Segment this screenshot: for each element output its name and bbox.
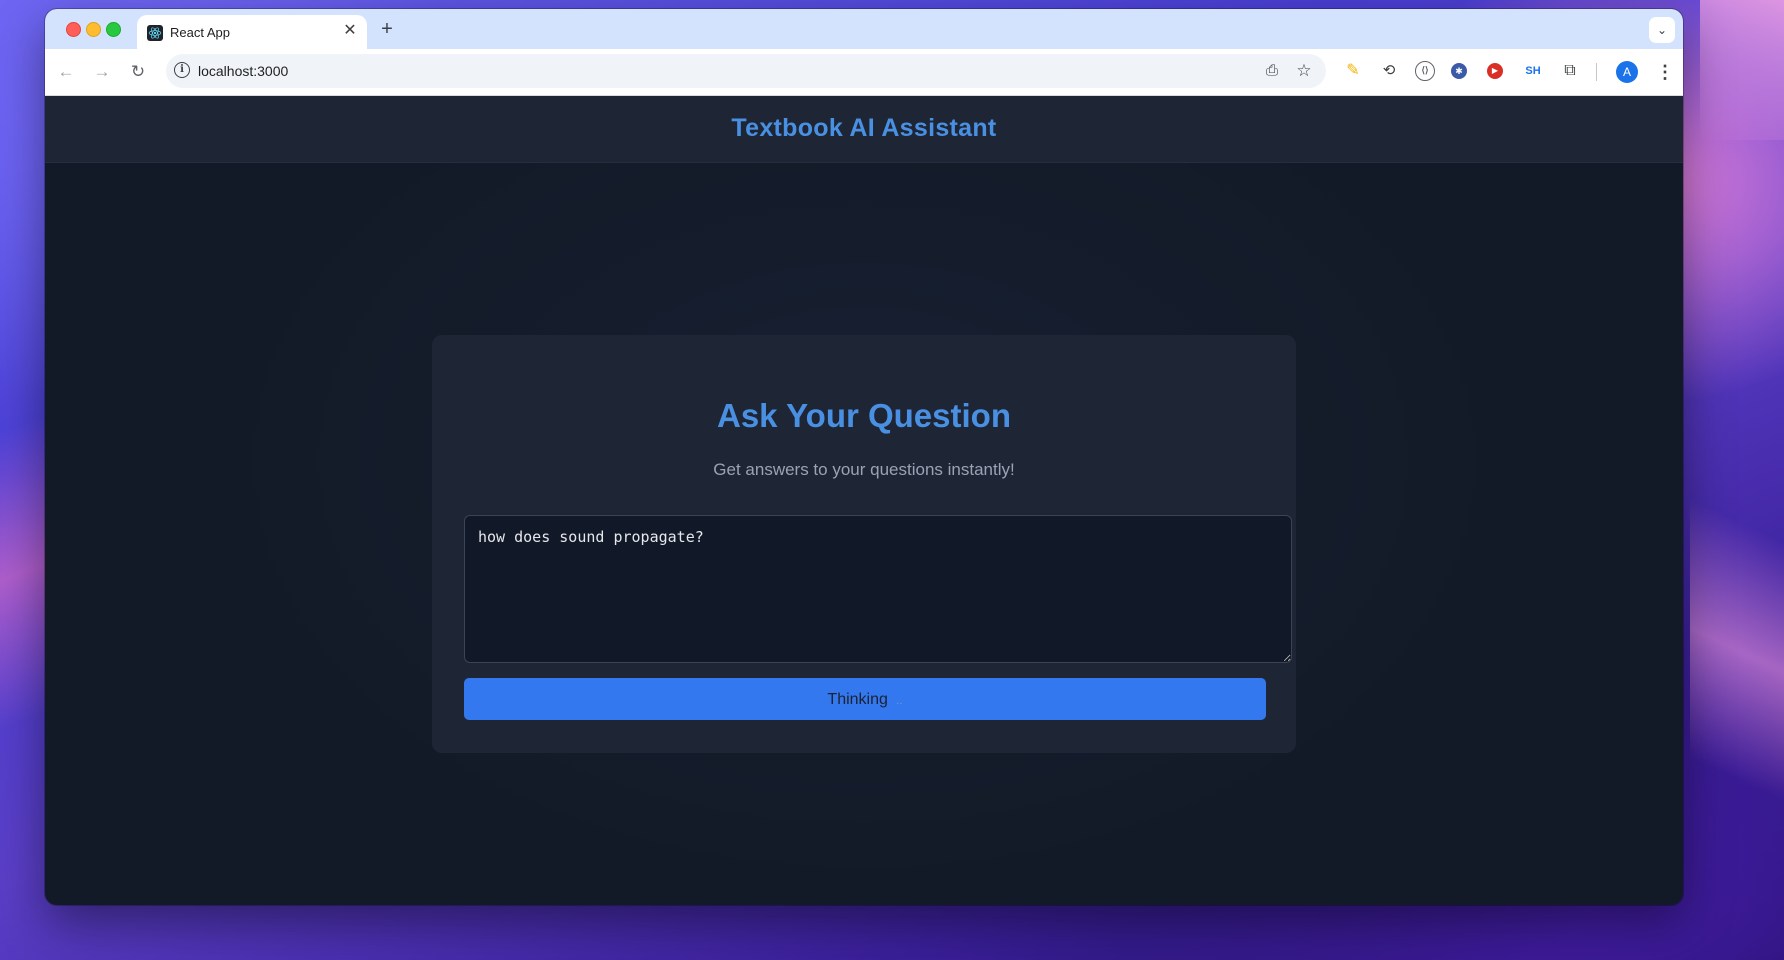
desktop-wallpaper-streak (1700, 0, 1784, 140)
tab-search-chevron-icon[interactable]: ⌄ (1649, 17, 1675, 43)
tab-close-icon[interactable]: ✕ (339, 20, 361, 42)
bookmark-star-icon[interactable]: ☆ (1294, 61, 1314, 81)
toolbar-divider (1596, 63, 1597, 81)
loading-dots: .. (895, 693, 903, 707)
submit-button[interactable]: Thinking.. (464, 678, 1266, 720)
browser-window: React App ✕ + ⌄ ← → ↻ i localhost:3000 ⎙… (45, 9, 1683, 905)
play-extension-icon[interactable]: ▶ (1487, 63, 1503, 79)
browser-menu-icon[interactable]: ⋮ (1655, 60, 1675, 84)
site-info-icon[interactable]: i (174, 62, 190, 78)
app-header: Textbook AI Assistant (45, 96, 1683, 163)
profile-avatar[interactable]: A (1616, 61, 1638, 83)
browser-toolbar: ← → ↻ i localhost:3000 ⎙ ☆ ✎ ⟲ ⟨⟩ ✱ ▶ SH… (45, 49, 1683, 96)
submit-button-label: Thinking (827, 691, 888, 708)
react-logo-icon (147, 25, 163, 41)
question-input[interactable]: how does sound propagate? (464, 515, 1292, 663)
extensions-puzzle-icon[interactable]: ⧉ (1560, 61, 1580, 81)
window-minimize-button[interactable] (86, 22, 101, 37)
back-arrow-icon[interactable]: ← (53, 59, 79, 85)
tab-react-app[interactable]: React App ✕ (137, 15, 367, 49)
window-maximize-button[interactable] (106, 22, 121, 37)
url-text[interactable]: localhost:3000 (198, 63, 288, 79)
new-tab-button[interactable]: + (375, 18, 399, 42)
highlighter-extension-icon[interactable]: ✎ (1343, 61, 1363, 81)
sh-extension-icon[interactable]: SH (1523, 61, 1543, 81)
tab-strip: React App ✕ + ⌄ (45, 9, 1683, 49)
question-card: Ask Your Question Get answers to your qu… (432, 335, 1296, 753)
tab-title: React App (170, 25, 230, 40)
card-subtitle: Get answers to your questions instantly! (713, 460, 1015, 479)
page-viewport: Textbook AI Assistant Ask Your Question … (45, 96, 1683, 905)
sync-extension-icon[interactable]: ⟲ (1379, 61, 1399, 81)
code-extension-icon[interactable]: ⟨⟩ (1415, 61, 1435, 81)
address-bar[interactable]: i localhost:3000 ⎙ ☆ (166, 54, 1326, 88)
card-title: Ask Your Question (716, 397, 1011, 434)
install-app-icon[interactable]: ⎙ (1262, 61, 1282, 81)
reload-icon[interactable]: ↻ (125, 59, 151, 85)
forward-arrow-icon[interactable]: → (89, 59, 115, 85)
app-title: Textbook AI Assistant (731, 114, 997, 142)
desktop-wallpaper-streak (1690, 498, 1784, 802)
blue-extension-icon[interactable]: ✱ (1451, 63, 1467, 79)
window-close-button[interactable] (66, 22, 81, 37)
